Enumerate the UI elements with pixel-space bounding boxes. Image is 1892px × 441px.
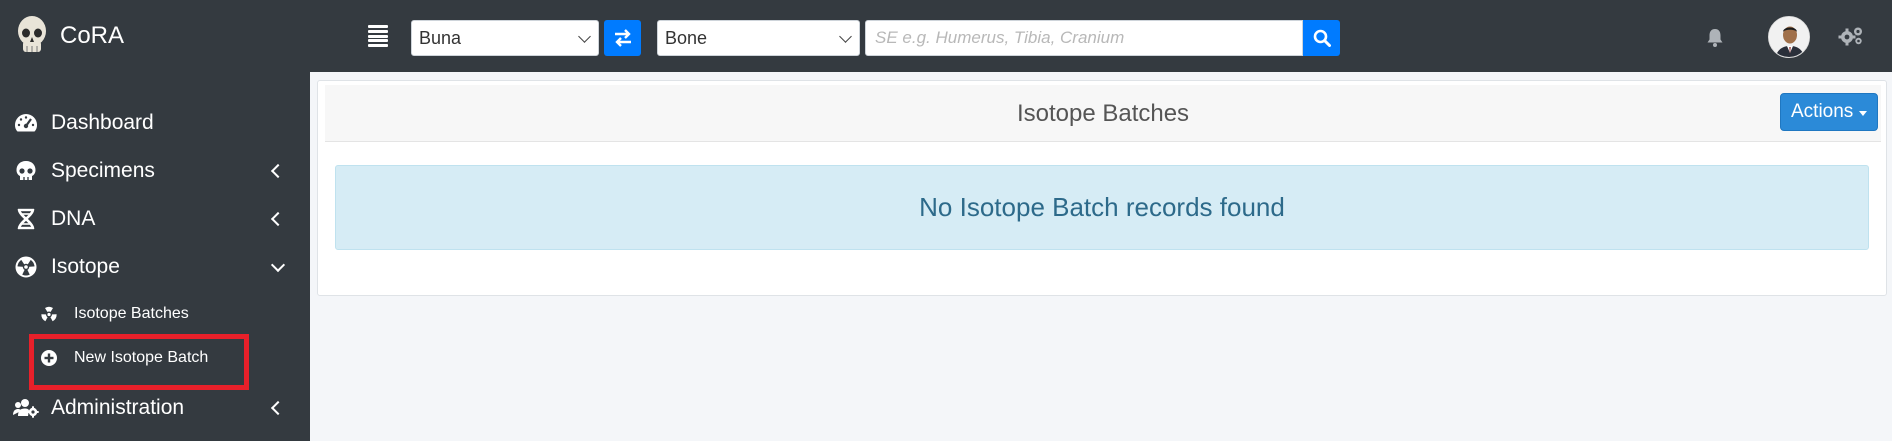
- radiation-icon: [13, 254, 39, 280]
- hamburger-menu-icon[interactable]: [368, 25, 388, 47]
- type-select-value: Bone: [665, 27, 708, 48]
- isotope-batches-card: Isotope Batches Actions No Isotope Batch…: [317, 80, 1887, 296]
- brand[interactable]: CoRA: [0, 0, 310, 72]
- sidebar-item-isotope[interactable]: Isotope: [0, 245, 310, 289]
- empty-state-alert: No Isotope Batch records found: [335, 165, 1869, 250]
- plus-circle-icon: [39, 348, 59, 368]
- tachometer-icon: [13, 110, 39, 136]
- sidebar-subitem-new-isotope-batch[interactable]: New Isotope Batch: [0, 340, 310, 376]
- chevron-down-icon: [839, 30, 852, 43]
- top-navbar: CoRA Buna Bone: [0, 0, 1892, 72]
- gears-icon[interactable]: [1838, 26, 1864, 51]
- sidebar-item-label: Isotope: [51, 255, 120, 278]
- sidebar-item-label: DNA: [51, 207, 96, 230]
- type-select[interactable]: Bone: [657, 20, 860, 56]
- swap-button[interactable]: [604, 20, 641, 56]
- bell-icon[interactable]: [1706, 28, 1724, 53]
- sidebar-item-specimens[interactable]: Specimens: [0, 149, 310, 193]
- dna-icon: [13, 206, 39, 232]
- search-button[interactable]: [1303, 20, 1340, 56]
- caret-down-icon: [1859, 111, 1867, 116]
- users-cog-icon: [13, 395, 39, 421]
- chevron-left-icon: [270, 163, 286, 179]
- sidebar: Dashboard Specimens DNA Isotope Isotope …: [0, 72, 310, 441]
- page-title: Isotope Batches: [1016, 100, 1190, 127]
- chevron-left-icon: [270, 211, 286, 227]
- empty-state-message: No Isotope Batch records found: [919, 192, 1285, 222]
- collection-select-value: Buna: [419, 27, 462, 48]
- sidebar-item-label: Administration: [51, 396, 185, 419]
- sidebar-item-label: Specimens: [51, 159, 155, 182]
- avatar[interactable]: [1768, 16, 1810, 58]
- card-header: Isotope Batches Actions: [325, 85, 1881, 142]
- collection-select[interactable]: Buna: [411, 20, 599, 56]
- chevron-left-icon: [270, 400, 286, 416]
- sidebar-item-dna[interactable]: DNA: [0, 197, 310, 241]
- sidebar-item-label: Dashboard: [51, 111, 154, 134]
- chevron-down-icon: [270, 257, 286, 273]
- sidebar-subitem-label: Isotope Batches: [74, 305, 189, 322]
- sidebar-item-dashboard[interactable]: Dashboard: [0, 101, 310, 145]
- app-name: CoRA: [60, 22, 125, 49]
- chevron-down-icon: [578, 30, 591, 43]
- skull-icon: [14, 14, 50, 58]
- skull-icon: [13, 158, 39, 184]
- sidebar-item-administration[interactable]: Administration: [0, 386, 310, 430]
- actions-label: Actions: [1791, 101, 1854, 122]
- sidebar-subitem-isotope-batches[interactable]: Isotope Batches: [0, 296, 310, 332]
- radiation-alt-icon: [39, 304, 59, 324]
- swap-arrows-icon: [614, 29, 631, 47]
- actions-dropdown-button[interactable]: Actions: [1780, 93, 1878, 131]
- sidebar-subitem-label: New Isotope Batch: [74, 349, 209, 366]
- search-icon: [1313, 29, 1331, 47]
- search-input[interactable]: [865, 20, 1303, 56]
